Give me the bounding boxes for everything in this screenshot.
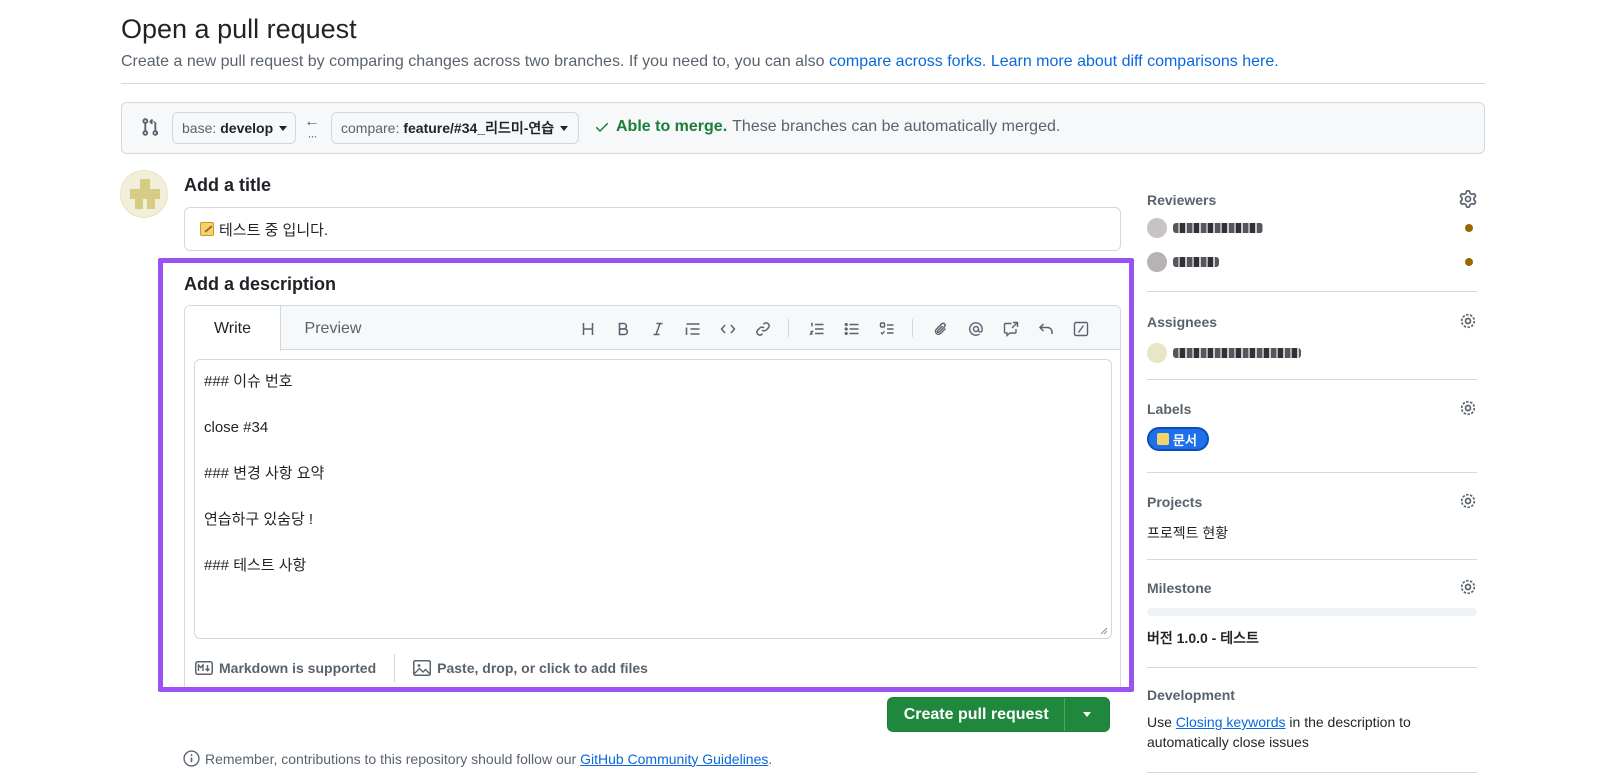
label-pill[interactable]: 문서 — [1147, 427, 1209, 451]
sidebar-development: Development Use Closing keywords in the … — [1147, 687, 1477, 752]
gear-icon[interactable] — [1459, 312, 1477, 330]
milestone-value[interactable]: 버전 1.0.0 - 테스트 — [1147, 628, 1477, 648]
info-icon — [183, 750, 200, 767]
assignee-item[interactable] — [1147, 342, 1477, 364]
check-icon — [595, 123, 608, 132]
sidebar-assignees: Assignees — [1147, 312, 1477, 364]
chevron-down-icon — [1083, 712, 1092, 717]
sidebar-projects: Projects 프로젝트 현황 — [1147, 492, 1477, 543]
page-title: Open a pull request — [121, 14, 357, 44]
base-branch-name: develop — [220, 120, 274, 136]
sidebar-labels: Labels 문서 — [1147, 399, 1477, 451]
assignee-name-redacted — [1173, 348, 1301, 358]
description-highlight-box — [158, 258, 1134, 692]
avatar[interactable] — [120, 170, 168, 218]
label-text: 문서 — [1173, 432, 1197, 448]
sidebar-milestone: Milestone 버전 1.0.0 - 테스트 — [1147, 578, 1477, 648]
learn-more-link[interactable]: Learn more about diff comparisons here. — [991, 53, 1279, 70]
subtitle-text: Create a new pull request by comparing c… — [121, 53, 829, 70]
tab-write[interactable]: Write — [185, 306, 281, 351]
merge-status-text: These branches can be automatically merg… — [732, 118, 1061, 135]
title-value: 테스트 중 입니다. — [219, 221, 329, 239]
gear-icon[interactable] — [1459, 399, 1477, 417]
gear-icon[interactable] — [1459, 578, 1477, 596]
compare-prefix: compare: — [341, 120, 400, 136]
gear-icon[interactable] — [1459, 492, 1477, 510]
reviewer-name-redacted — [1173, 257, 1219, 267]
milestone-progress-bar — [1147, 608, 1477, 616]
sidebar-divider — [1147, 772, 1477, 773]
reviewer-name-redacted — [1173, 223, 1263, 233]
compare-bar: base: develop ← ··· compare: feature/#34_리… — [121, 102, 1485, 154]
assignee-avatar — [1147, 343, 1167, 363]
compare-forks-link[interactable]: compare across forks. — [829, 53, 986, 70]
page-subtitle: Create a new pull request by comparing c… — [121, 53, 1279, 71]
create-options-dropdown[interactable] — [1065, 698, 1109, 731]
sidebar-divider — [1147, 472, 1477, 473]
guidelines-suffix: . — [768, 750, 773, 767]
compare-branch-select[interactable]: compare: feature/#34_리드미-연습 — [331, 112, 579, 144]
development-prefix: Use — [1147, 714, 1176, 730]
guidelines-text: Remember, contributions to this reposito… — [205, 750, 581, 767]
pending-status-icon — [1465, 224, 1473, 232]
guidelines-note: Remember, contributions to this reposito… — [183, 750, 772, 767]
community-guidelines-link[interactable]: GitHub Community Guidelines — [580, 751, 768, 767]
identicon-icon — [130, 179, 160, 209]
gear-icon[interactable] — [1459, 190, 1477, 208]
sidebar-reviewers: Reviewers — [1147, 190, 1477, 273]
reviewer-item[interactable] — [1147, 251, 1477, 273]
memo-emoji-icon — [200, 222, 214, 236]
ellipsis-icon: ··· — [307, 129, 318, 143]
reviewer-avatar — [1147, 218, 1167, 238]
compare-branch-name: feature/#34_리드미-연습 — [403, 120, 555, 136]
compare-arrows-icon — [142, 118, 159, 136]
development-text: Use Closing keywords in the description … — [1147, 712, 1477, 752]
sidebar-divider — [1147, 379, 1477, 380]
create-pull-request-button-group: Create pull request — [887, 697, 1110, 732]
header-divider — [121, 83, 1485, 84]
create-pull-request-button[interactable]: Create pull request — [888, 698, 1066, 731]
base-branch-select[interactable]: base: develop — [172, 112, 296, 144]
base-prefix: base: — [182, 120, 217, 136]
milestone-heading[interactable]: Milestone — [1147, 580, 1477, 596]
merge-status: Able to merge. These branches can be aut… — [594, 118, 1060, 136]
project-value[interactable]: 프로젝트 현황 — [1147, 523, 1477, 543]
projects-heading[interactable]: Projects — [1147, 494, 1477, 510]
chevron-down-icon — [560, 125, 569, 131]
reviewer-avatar — [1147, 252, 1167, 272]
memo-emoji-icon — [1157, 433, 1169, 445]
merge-ok-text: Able to merge. — [616, 118, 728, 135]
labels-heading[interactable]: Labels — [1147, 401, 1477, 417]
reviewer-item[interactable] — [1147, 217, 1477, 239]
chevron-down-icon — [279, 125, 288, 131]
closing-keywords-link[interactable]: Closing keywords — [1176, 714, 1286, 730]
title-input[interactable]: 테스트 중 입니다. — [184, 207, 1121, 251]
reviewers-heading[interactable]: Reviewers — [1147, 192, 1477, 208]
sidebar-divider — [1147, 291, 1477, 292]
title-label: Add a title — [184, 175, 272, 195]
assignees-heading[interactable]: Assignees — [1147, 314, 1477, 330]
sidebar-divider — [1147, 559, 1477, 560]
pending-status-icon — [1465, 258, 1473, 266]
development-heading: Development — [1147, 687, 1235, 703]
sidebar-divider — [1147, 667, 1477, 668]
